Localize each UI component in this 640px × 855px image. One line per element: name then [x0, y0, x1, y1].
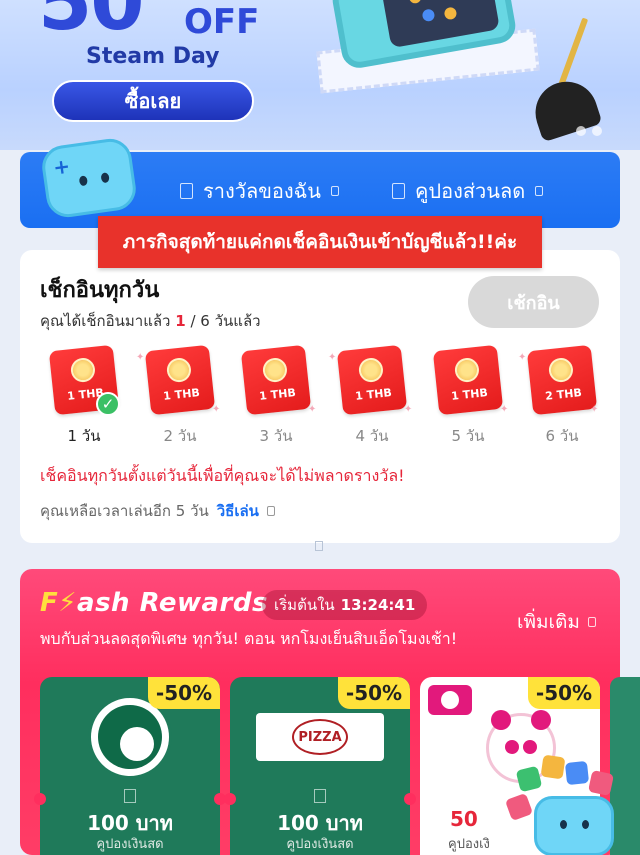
reward-amount: 2 THB — [544, 386, 583, 403]
promo-banner[interactable]: 50 OFF Steam Day ซื้อเลย — [0, 0, 640, 150]
flash-rewards-title: F⚡ash Rewards — [40, 588, 268, 618]
day-label: 3 วัน — [259, 427, 293, 445]
remaining-time-text: คุณเหลือเวลาเล่นอีก 5 วัน — [40, 502, 209, 520]
reward-amount: 1 THB — [354, 386, 393, 403]
checkin-progress-count: 1 — [175, 312, 186, 330]
info-icon[interactable] — [266, 506, 275, 516]
checkin-progress: คุณได้เช็กอินมาแล้ว 1 / 6 วันแล้ว — [40, 309, 261, 333]
carousel-indicator — [576, 126, 602, 136]
pizza-company-logo: PIZZA — [256, 713, 384, 761]
banner-headline-number: 50 — [38, 0, 145, 48]
ticket-notch — [34, 793, 46, 805]
chevron-right-icon — [587, 617, 596, 627]
flash-title-rest: ash Rewards — [77, 588, 268, 618]
tab-my-rewards[interactable]: รางวัลของฉัน — [180, 175, 339, 207]
day-label: 6 วัน — [545, 427, 579, 445]
see-more-label: เพิ่มเติม — [517, 611, 580, 633]
reward-ticket-icon: 2 THB — [526, 344, 598, 416]
checkin-progress-suffix: / 6 วันแล้ว — [190, 312, 261, 330]
day-label: 4 วัน — [355, 427, 389, 445]
lightning-icon: ⚡ — [58, 588, 78, 618]
checkin-hint: เช็คอินทุกวันตั้งแต่วันนี้เพื่อที่คุณจะไ… — [40, 466, 405, 485]
gift-icon — [180, 183, 193, 199]
chevron-right-icon — [330, 186, 339, 196]
coupon-card-starbucks[interactable]: -50% 100 บาท คูปองเงินสด — [40, 677, 220, 855]
tab-coupons[interactable]: คูปองส่วนลด — [392, 175, 544, 207]
reward-amount: 1 THB — [258, 386, 297, 403]
coupon-icon — [124, 789, 136, 803]
how-to-play-link[interactable]: วิธีเล่น — [217, 499, 259, 523]
checkin-button[interactable]: เช้กอิน — [468, 276, 599, 328]
day-label: 1 วัน — [67, 427, 101, 445]
see-more-link[interactable]: เพิ่มเติม — [517, 607, 596, 637]
ticket-notch — [224, 793, 236, 805]
announcement-banner: ภารกิจสุดท้ายแค่กดเช็คอินเงินเข้าบัญชีแล… — [98, 216, 542, 268]
timer-value: 13:24:41 — [340, 596, 416, 614]
tab-my-rewards-label: รางวัลของฉัน — [203, 179, 321, 203]
coupon-icon — [314, 789, 326, 803]
checkin-progress-prefix: คุณได้เช็กอินมาแล้ว — [40, 312, 171, 330]
collapse-icon[interactable] — [315, 541, 323, 551]
discount-badge: -50% — [338, 677, 410, 709]
foodpanda-logo — [428, 685, 472, 715]
reward-amount: 1 THB — [450, 386, 489, 403]
checkin-days: 1 THB ✓ 1 วัน 1 THB ✦ ✦ 2 วัน 1 THB ✦ 3 ว… — [40, 344, 600, 446]
countdown-timer: เริ่มต้นใน 13:24:41 — [262, 590, 428, 620]
ticket-notch — [404, 793, 416, 805]
reward-amount: 1 THB — [162, 386, 201, 403]
reward-ticket-icon: 1 THB — [144, 344, 216, 416]
timer-label: เริ่มต้นใน — [274, 596, 335, 614]
flash-rewards-subtitle: พบกับส่วนลดสุดพิเศษ ทุกวัน! ตอน หกโมงเย็… — [40, 629, 458, 648]
check-icon: ✓ — [96, 392, 120, 416]
checkin-title: เช็กอินทุกวัน — [40, 278, 160, 303]
day-label: 5 วัน — [451, 427, 485, 445]
banner-headline-suffix: OFF — [184, 2, 260, 42]
floating-game-mascot-button[interactable] — [504, 754, 618, 855]
reward-ticket-icon: 1 THB — [432, 344, 504, 416]
reward-ticket-icon: 1 THB — [240, 344, 312, 416]
banner-subtitle: Steam Day — [86, 44, 220, 69]
mascot-icon: + — [39, 136, 139, 220]
remaining-time-row: คุณเหลือเวลาเล่นอีก 5 วัน วิธีเล่น — [40, 499, 275, 523]
discount-badge: -50% — [148, 677, 220, 709]
coupon-icon — [392, 183, 405, 199]
day-label: 2 วัน — [163, 427, 197, 445]
tab-coupons-label: คูปองส่วนลด — [415, 179, 526, 203]
coupon-caption: คูปองเงินสด — [96, 837, 164, 852]
coupon-caption: คูปองเงิ — [448, 837, 490, 852]
coupon-caption: คูปองเงินสด — [286, 837, 354, 852]
flash-title-bolt: F — [40, 588, 59, 618]
coupon-card-pizza-company[interactable]: PIZZA -50% 100 บาท คูปองเงินสด — [230, 677, 410, 855]
discount-badge: -50% — [528, 677, 600, 709]
reward-ticket-icon: 1 THB — [336, 344, 408, 416]
chevron-right-icon — [535, 186, 544, 196]
coupon-price: 50 — [450, 807, 478, 831]
buy-now-button[interactable]: ซื้อเลย — [52, 80, 254, 122]
